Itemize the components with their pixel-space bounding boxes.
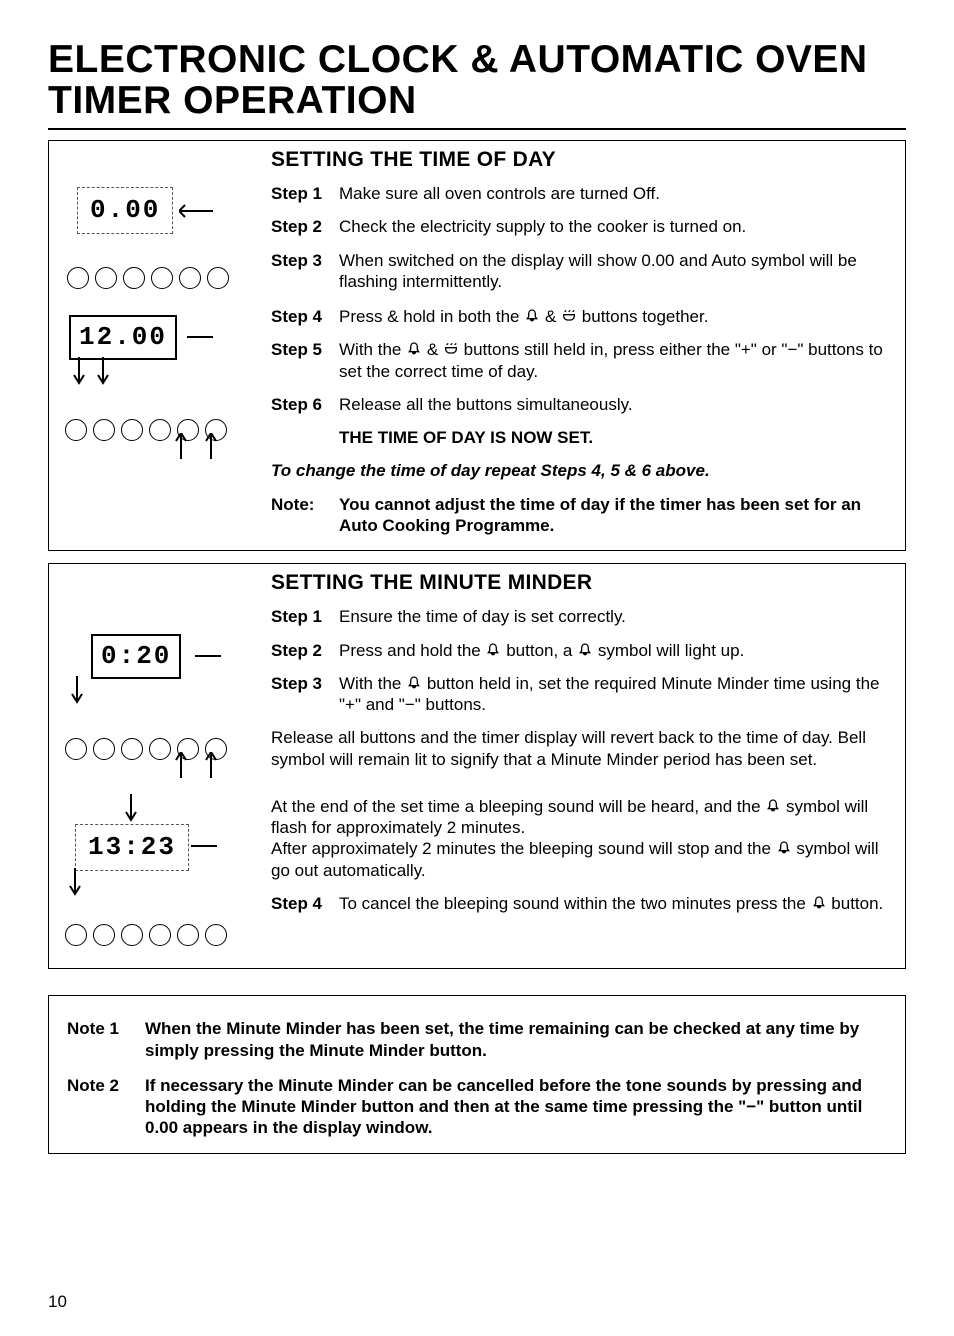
step-text: Press & hold in both the & buttons toget…	[339, 306, 893, 327]
setting-time-of-day-panel: SETTING THE TIME OF DAY 0.00	[48, 140, 906, 551]
end-paragraph: At the end of the set time a bleeping so…	[271, 796, 893, 881]
bell-icon	[776, 840, 792, 856]
timer-button-icon	[149, 738, 171, 760]
timer-button-icon	[207, 267, 229, 289]
text-fragment: After approximately 2 minutes the bleepi…	[271, 839, 776, 858]
timer-button-icon	[149, 419, 171, 441]
pot-icon	[443, 341, 459, 357]
step-text: Press and hold the button, a symbol will…	[339, 640, 893, 661]
arrow-icon	[171, 433, 231, 463]
step-label: Step 6	[271, 394, 339, 415]
setting-minute-minder-panel: SETTING THE MINUTE MINDER 0:20	[48, 563, 906, 969]
mm-diagram-1: 0:20	[61, 634, 251, 784]
text-fragment: &	[427, 340, 438, 359]
step-text: To cancel the bleeping sound within the …	[339, 893, 893, 914]
step-text: Ensure the time of day is set correctly.	[339, 606, 893, 627]
tod-diagram-1: 0.00	[61, 183, 251, 303]
step-text: Release all the buttons simultaneously.	[339, 394, 893, 415]
arrow-icon	[69, 357, 129, 387]
timer-button-icon	[121, 924, 143, 946]
tod-diagram-2: 12.00	[61, 313, 251, 463]
timer-button-icon	[179, 267, 201, 289]
time-now-set: THE TIME OF DAY IS NOW SET.	[339, 427, 893, 448]
display-value: 12.00	[69, 315, 177, 360]
step-text: When switched on the display will show 0…	[339, 250, 893, 293]
arrow-icon	[171, 752, 231, 782]
timer-button-icon	[65, 738, 87, 760]
timer-button-icon	[121, 419, 143, 441]
bell-icon	[811, 895, 827, 911]
arrow-icon	[195, 646, 225, 666]
bell-icon	[524, 308, 540, 324]
note-label: Note 2	[67, 1075, 145, 1139]
arrow-icon	[65, 868, 85, 898]
timer-button-icon	[149, 924, 171, 946]
arrow-icon	[121, 794, 141, 824]
page-number: 10	[48, 1291, 67, 1312]
note-label: Note 1	[67, 1018, 145, 1061]
timer-button-icon	[93, 738, 115, 760]
step-label: Step 4	[271, 306, 339, 327]
text-fragment: button.	[831, 894, 883, 913]
timer-button-icon	[65, 419, 87, 441]
section-heading-tod: SETTING THE TIME OF DAY	[271, 147, 893, 173]
text-fragment: buttons together.	[582, 307, 709, 326]
step-label: Step 2	[271, 216, 339, 237]
text-fragment: Press & hold in both the	[339, 307, 520, 326]
timer-button-icon	[67, 267, 89, 289]
timer-button-icon	[93, 419, 115, 441]
timer-button-icon	[151, 267, 173, 289]
note-text: You cannot adjust the time of day if the…	[339, 494, 893, 537]
note-text: When the Minute Minder has been set, the…	[145, 1018, 887, 1061]
timer-button-icon	[177, 924, 199, 946]
text-fragment: With the	[339, 674, 406, 693]
timer-button-icon	[123, 267, 145, 289]
repeat-note: To change the time of day repeat Steps 4…	[271, 460, 893, 481]
display-value: 0.00	[82, 190, 168, 231]
notes-panel: Note 1 When the Minute Minder has been s…	[48, 995, 906, 1153]
timer-button-icon	[205, 924, 227, 946]
page-title: ELECTRONIC CLOCK & AUTOMATIC OVEN TIMER …	[48, 40, 906, 130]
text-fragment: To cancel the bleeping sound within the …	[339, 894, 811, 913]
arrow-icon	[179, 201, 219, 221]
step-label: Step 5	[271, 339, 339, 360]
step-text: Check the electricity supply to the cook…	[339, 216, 893, 237]
step-text: With the & buttons still held in, press …	[339, 339, 893, 382]
arrow-icon	[191, 836, 221, 856]
timer-button-icon	[121, 738, 143, 760]
pot-icon	[561, 308, 577, 324]
arrow-icon	[67, 676, 87, 706]
release-paragraph: Release all buttons and the timer displa…	[271, 727, 893, 770]
text-fragment: Press and hold the	[339, 641, 485, 660]
bell-icon	[406, 675, 422, 691]
bell-icon	[765, 798, 781, 814]
step-label: Step 2	[271, 640, 339, 661]
arrow-icon	[187, 327, 217, 347]
step-label: Step 1	[271, 183, 339, 204]
step-label: Step 4	[271, 893, 339, 914]
timer-button-icon	[93, 924, 115, 946]
mm-diagram-2: 13:23	[61, 794, 251, 944]
step-label: Step 3	[271, 250, 339, 271]
bell-icon	[406, 341, 422, 357]
timer-button-icon	[65, 924, 87, 946]
text-fragment: &	[545, 307, 561, 326]
step-text: Make sure all oven controls are turned O…	[339, 183, 893, 204]
text-fragment: With the	[339, 340, 401, 359]
section-heading-mm: SETTING THE MINUTE MINDER	[271, 570, 893, 596]
note-label: Note:	[271, 494, 339, 537]
text-fragment: symbol will light up.	[598, 641, 744, 660]
step-label: Step 3	[271, 673, 339, 694]
timer-button-icon	[95, 267, 117, 289]
text-fragment: button, a	[506, 641, 572, 660]
step-label: Step 1	[271, 606, 339, 627]
bell-icon	[485, 642, 501, 658]
display-value: 13:23	[80, 827, 184, 868]
note-text: If necessary the Minute Minder can be ca…	[145, 1075, 887, 1139]
bell-icon	[577, 642, 593, 658]
text-fragment: At the end of the set time a bleeping so…	[271, 797, 765, 816]
step-text: With the button held in, set the require…	[339, 673, 893, 716]
display-value: 0:20	[91, 634, 181, 679]
